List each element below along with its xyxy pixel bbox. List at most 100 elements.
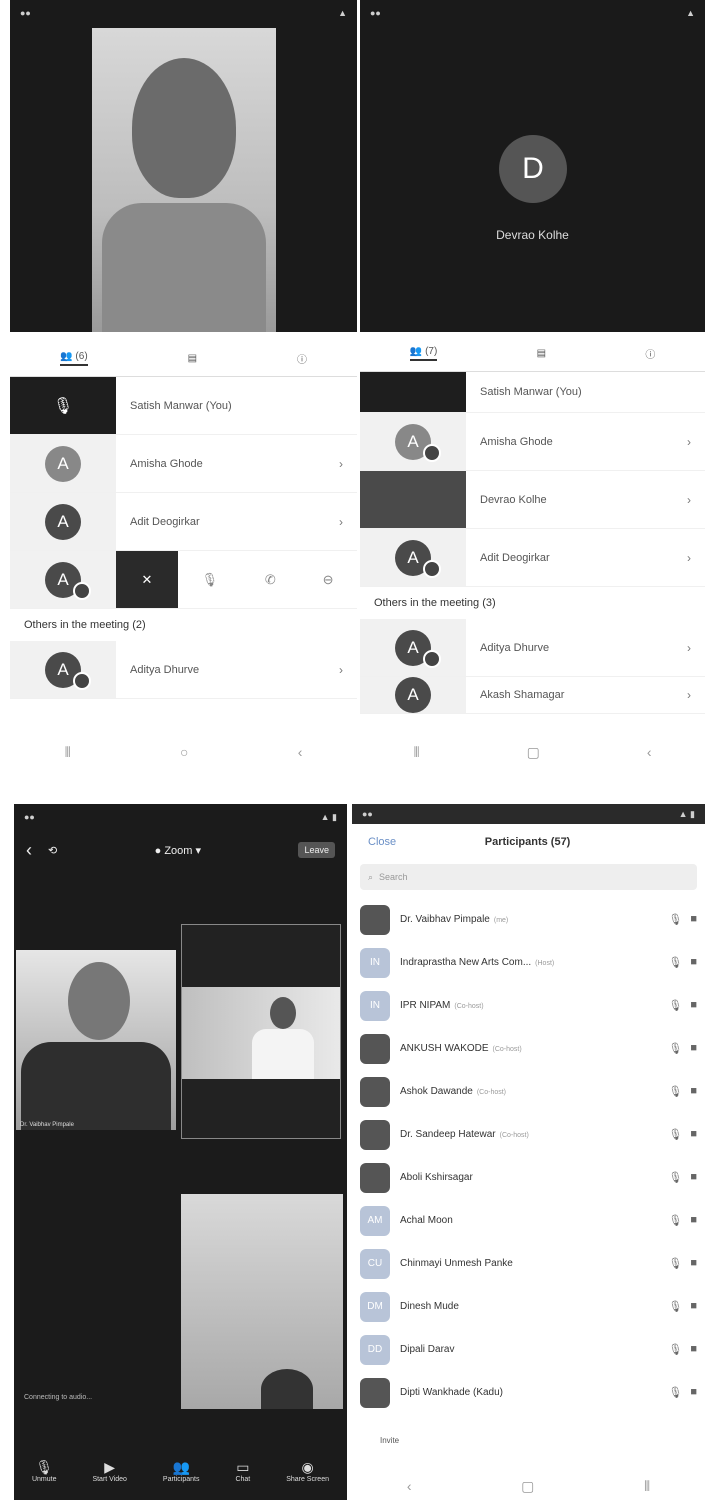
participants-header: Close Participants (57) <box>352 824 705 860</box>
role-tag: (Co-host) <box>454 1003 484 1010</box>
chevron-right-icon: › <box>687 550 691 565</box>
list-item[interactable]: CU Chinmayi Unmesh Panke 🎙 ■ <box>352 1242 705 1285</box>
participant-name: Indraprastha New Arts Com... <box>400 957 532 968</box>
list-item[interactable]: Dipti Wankhade (Kadu) 🎙 ■ <box>352 1371 705 1414</box>
list-item[interactable]: Aboli Kshirsagar 🎙 ■ <box>352 1156 705 1199</box>
list-item[interactable]: A Aditya Dhurve › <box>10 641 357 699</box>
chevron-right-icon: › <box>339 456 343 471</box>
main-video[interactable]: Dr. Vaibhav Pimpale <box>16 950 176 1130</box>
audio-status: Connecting to audio... <box>24 1394 93 1401</box>
chat-icon: ▤ <box>536 347 547 359</box>
back-icon[interactable]: ‹ <box>647 744 652 760</box>
recent-apps-icon[interactable]: ⦀ <box>65 744 71 761</box>
participant-name: IPR NIPAM <box>400 1000 451 1011</box>
participant-name: Amisha Ghode <box>130 457 203 470</box>
home-icon[interactable]: ▢ <box>527 744 540 761</box>
screen-2: ●● ▲ D Devrao Kolhe 👥 (7) ▤ ⓘ Satish Manwa… <box>360 0 705 770</box>
participants-button[interactable]: 👥 Participants <box>163 1459 200 1483</box>
list-item[interactable]: Ashok Dawande (Co-host) 🎙 ■ <box>352 1070 705 1113</box>
mic-muted-icon: 🎙 <box>668 957 683 969</box>
tab-info[interactable]: ⓘ <box>645 346 655 361</box>
self-video[interactable] <box>92 28 276 332</box>
leave-button[interactable]: Leave <box>298 842 335 858</box>
video-off-icon: ■ <box>690 913 697 925</box>
participant-list: Dr. Vaibhav Pimpale (me) 🎙 ■ IN Indraprastha … <box>352 898 705 1414</box>
muted-badge-icon <box>423 444 441 462</box>
participant-name-row: Dr. Sandeep Hatewar (Co-host) <box>400 1129 668 1140</box>
close-button[interactable]: Close <box>368 836 396 848</box>
avatar <box>360 1033 390 1064</box>
participant-name: Devrao Kolhe <box>480 493 547 506</box>
mic-icon[interactable]: 🎙 <box>201 572 218 588</box>
avatar: CU <box>360 1248 390 1279</box>
participant-name: Dinesh Mude <box>400 1301 459 1312</box>
start-video-button[interactable]: ▶ Start Video <box>92 1459 127 1483</box>
video-feed <box>182 987 340 1079</box>
gallery-video-1[interactable] <box>181 924 341 1139</box>
video-off-icon: ■ <box>690 1386 697 1398</box>
list-item[interactable]: IN IPR NIPAM (Co-host) 🎙 ■ <box>352 984 705 1027</box>
list-item[interactable]: Dr. Vaibhav Pimpale (me) 🎙 ■ <box>352 898 705 941</box>
recent-apps-icon[interactable]: ⦀ <box>413 744 419 761</box>
status-bar: ●● ▲ <box>20 8 347 18</box>
chat-button[interactable]: ▭ Chat <box>235 1459 250 1483</box>
tab-chat[interactable]: ▤ <box>537 348 546 359</box>
status-bar: ●● ▲ ▮ <box>24 811 337 823</box>
video-off-icon: ■ <box>690 1343 697 1355</box>
tab-info[interactable]: ⓘ <box>297 351 307 366</box>
home-icon[interactable]: ▢ <box>521 1478 534 1495</box>
list-item[interactable]: A Aditya Dhurve › <box>360 619 705 677</box>
tab-chat[interactable]: ▤ <box>188 353 197 364</box>
camera-switch-icon[interactable]: ⟲ <box>48 844 57 857</box>
info-icon: ⓘ <box>297 354 308 366</box>
unmute-button[interactable]: 🎙 Unmute <box>32 1459 57 1483</box>
avatar <box>360 1119 390 1150</box>
tab-participants[interactable]: 👥 (6) <box>59 350 88 366</box>
list-item[interactable]: A Akash Shamagar › <box>360 677 705 714</box>
list-item[interactable]: Dr. Sandeep Hatewar (Co-host) 🎙 ■ <box>352 1113 705 1156</box>
list-item[interactable]: Devrao Kolhe › <box>360 471 705 529</box>
participants-icon: 👥 <box>59 350 73 362</box>
gallery-video-2[interactable] <box>181 1194 343 1409</box>
tab-participants[interactable]: 👥 (7) <box>409 345 438 361</box>
mic-muted-icon: 🎙 <box>668 914 683 926</box>
participant-name-row: Dr. Vaibhav Pimpale (me) <box>400 914 668 925</box>
person-head <box>68 962 130 1040</box>
list-item[interactable]: DD Dipali Darav 🎙 ■ <box>352 1328 705 1371</box>
muted-badge-icon <box>423 650 441 668</box>
phone-icon[interactable]: ✆ <box>265 572 276 588</box>
search-bar[interactable]: ⌕ Search <box>360 864 697 890</box>
list-item[interactable]: ANKUSH WAKODE (Co-host) 🎙 ■ <box>352 1027 705 1070</box>
participant-name: Dipti Wankhade (Kadu) <box>400 1387 504 1398</box>
list-item[interactable]: A Amisha Ghode › <box>360 413 705 471</box>
participant-name: Satish Manwar (You) <box>480 386 582 398</box>
search-input[interactable]: Search <box>379 872 408 882</box>
list-item[interactable]: A Amisha Ghode › <box>10 435 357 493</box>
share-button[interactable]: ◉ Share Screen <box>286 1459 329 1483</box>
invite-button[interactable]: Invite <box>380 1436 399 1445</box>
avatar-thumb: A <box>10 435 116 492</box>
list-item[interactable]: 🎙 Satish Manwar (You) <box>10 377 357 435</box>
list-item[interactable]: AM Achal Moon 🎙 ■ <box>352 1199 705 1242</box>
back-icon[interactable]: ‹ <box>407 1478 412 1494</box>
list-item[interactable]: A Adit Deogirkar › <box>10 493 357 551</box>
close-actions-button[interactable]: ✕ <box>116 551 178 608</box>
zoom-menu[interactable]: ● Zoom ▾ <box>73 844 282 857</box>
back-arrow-icon[interactable]: ‹ <box>26 840 32 861</box>
status-icons: 🎙 ■ <box>668 1171 697 1184</box>
list-item[interactable]: A Adit Deogirkar › <box>360 529 705 587</box>
participant-name-row: Aboli Kshirsagar <box>400 1172 668 1183</box>
list-item[interactable]: Satish Manwar (You) <box>360 372 705 413</box>
share-icon: ◉ <box>301 1459 314 1475</box>
recent-apps-icon[interactable]: ⦀ <box>644 1478 650 1495</box>
home-icon[interactable]: ○ <box>180 744 188 760</box>
muted-badge-icon <box>73 582 91 600</box>
mic-muted-icon: 🎙 <box>668 1043 683 1055</box>
list-item[interactable]: DM Dinesh Mude 🎙 ■ <box>352 1285 705 1328</box>
back-icon[interactable]: ‹ <box>298 744 303 760</box>
more-icon[interactable]: ⊖ <box>323 572 334 588</box>
list-item[interactable]: IN Indraprastha New Arts Com... (Host) 🎙 ■ <box>352 941 705 984</box>
participant-name-row: IPR NIPAM (Co-host) <box>400 1000 668 1011</box>
participant-count: (7) <box>425 345 438 357</box>
avatar-thumb: A <box>360 619 466 676</box>
